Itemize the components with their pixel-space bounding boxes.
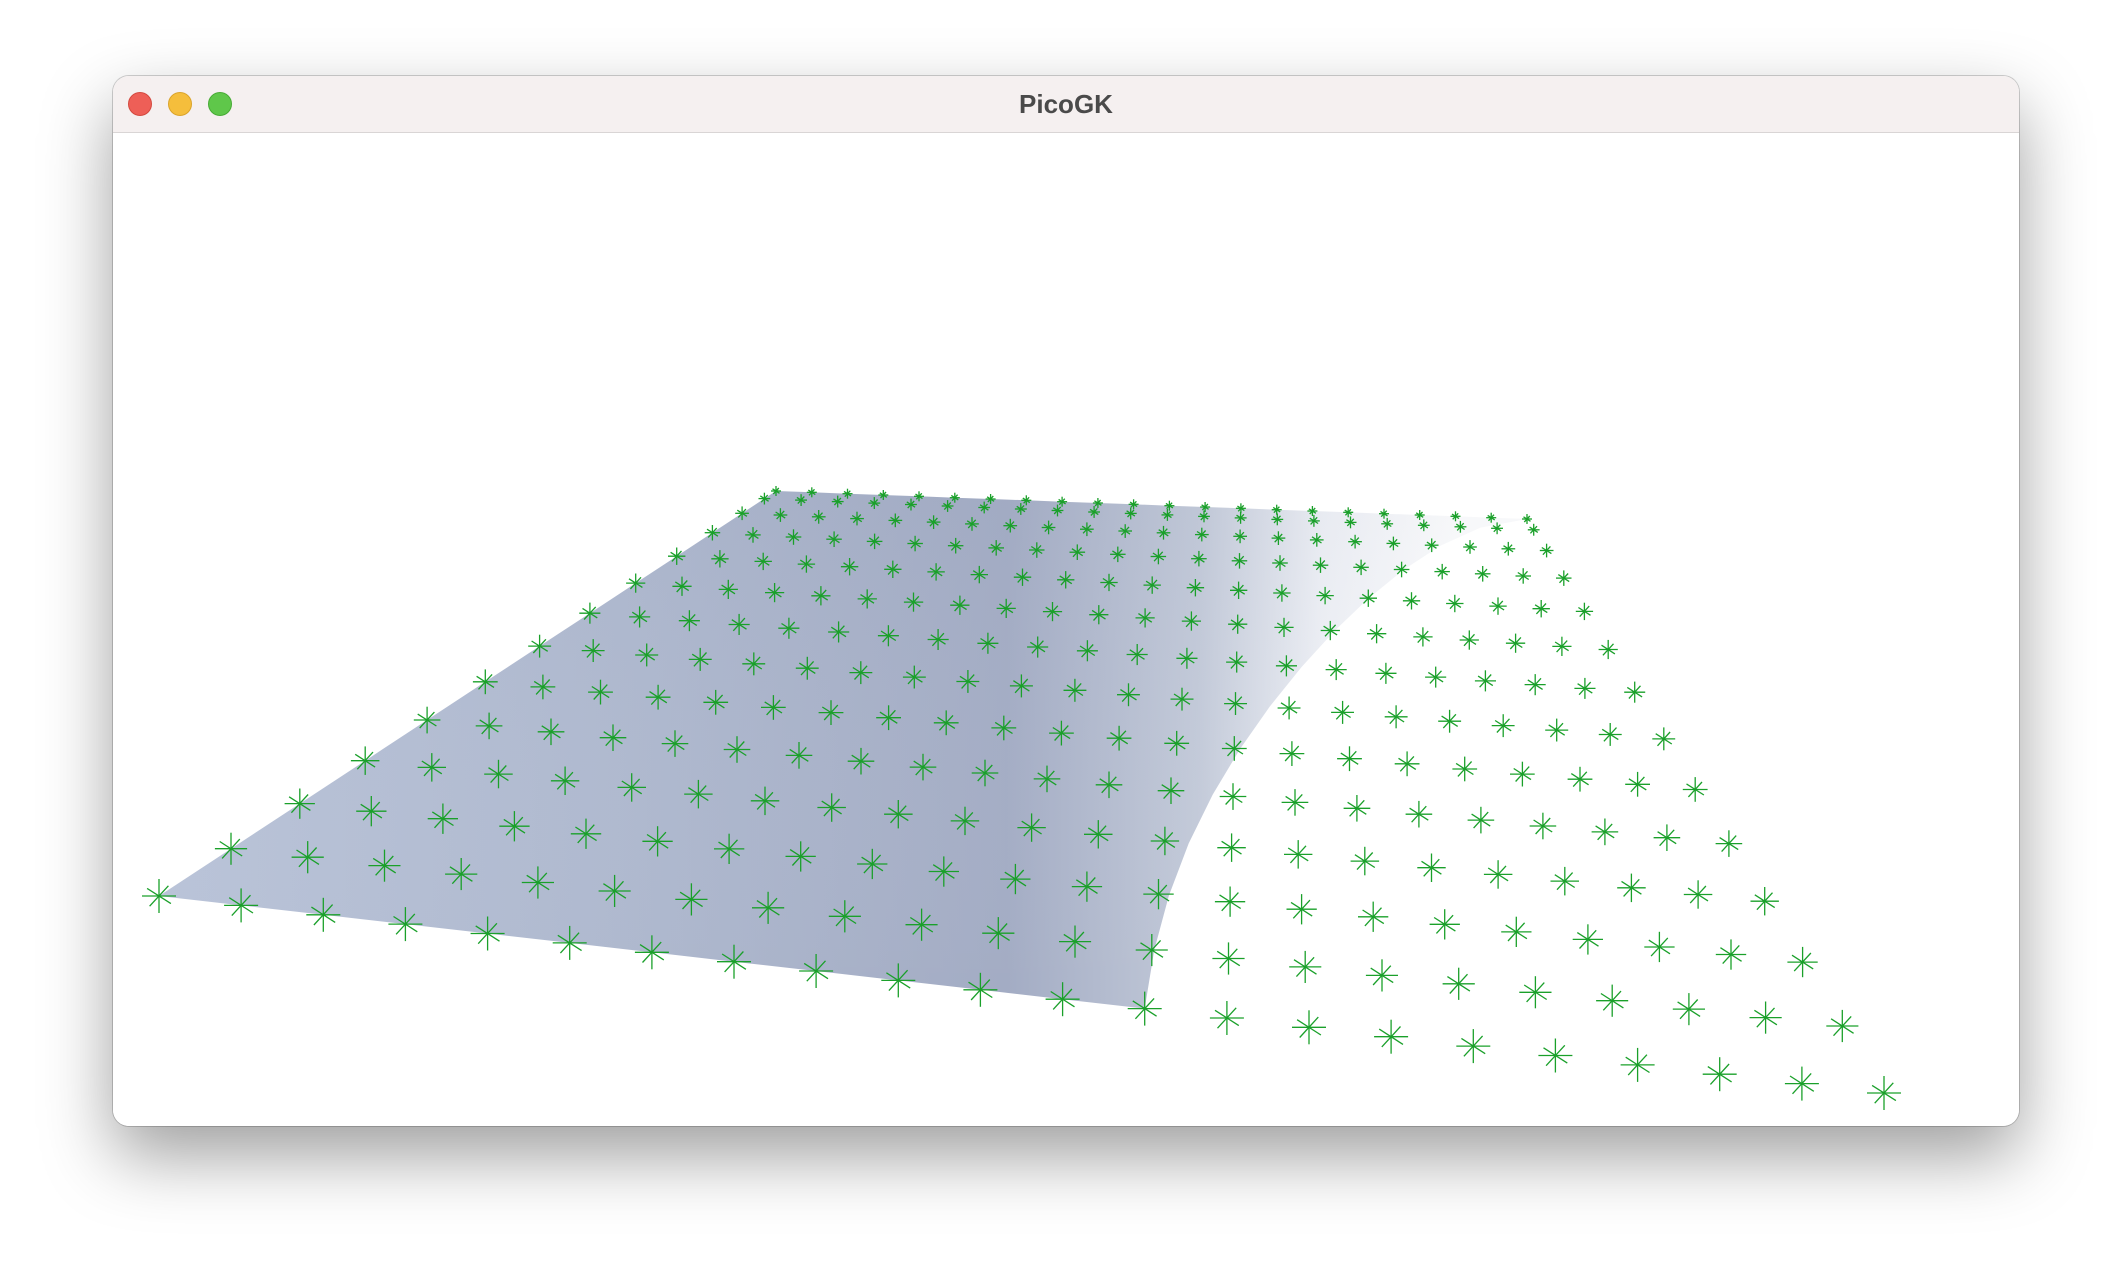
asterisk-marker <box>1277 696 1301 720</box>
asterisk-marker <box>1413 627 1433 647</box>
asterisk-marker <box>1539 543 1554 558</box>
asterisk-marker <box>1337 746 1362 772</box>
asterisk-marker <box>1598 723 1622 746</box>
asterisk-marker <box>1575 602 1594 621</box>
asterisk-marker <box>1787 946 1818 978</box>
app-window: PicoGK <box>113 76 2019 1126</box>
asterisk-marker <box>1325 659 1347 681</box>
asterisk-marker <box>1624 681 1646 703</box>
asterisk-marker <box>1750 887 1779 916</box>
3d-viewport[interactable] <box>113 133 2019 1126</box>
asterisk-marker <box>1343 795 1371 822</box>
asterisk-marker <box>1434 563 1450 580</box>
asterisk-marker <box>1617 873 1646 903</box>
asterisk-marker <box>1456 1029 1491 1064</box>
asterisk-marker <box>1784 1066 1819 1101</box>
asterisk-marker <box>1501 541 1516 556</box>
asterisk-marker <box>1358 901 1389 932</box>
surface-shading <box>159 491 1527 1009</box>
asterisk-marker <box>1425 666 1447 688</box>
asterisk-marker <box>1596 984 1629 1017</box>
asterisk-marker <box>1550 866 1579 896</box>
asterisk-marker <box>1394 751 1420 777</box>
asterisk-marker <box>1279 741 1305 766</box>
title-bar[interactable]: PicoGK <box>113 76 2019 133</box>
asterisk-marker <box>1489 597 1507 615</box>
asterisk-marker <box>1219 783 1247 810</box>
asterisk-marker <box>1284 840 1313 869</box>
asterisk-marker <box>1522 514 1532 524</box>
asterisk-marker <box>1653 824 1681 851</box>
asterisk-marker <box>1552 636 1572 656</box>
asterisk-marker <box>1532 600 1550 618</box>
asterisk-marker <box>1365 959 1398 992</box>
asterisk-marker <box>1702 1057 1737 1092</box>
asterisk-marker <box>1591 818 1619 846</box>
asterisk-marker <box>1474 670 1496 692</box>
asterisk-marker <box>1527 523 1540 536</box>
asterisk-marker <box>1375 662 1397 684</box>
asterisk-marker <box>1384 705 1408 729</box>
asterisk-marker <box>1331 700 1354 724</box>
asterisk-marker <box>1367 624 1387 644</box>
asterisk-marker <box>1417 853 1446 882</box>
window-title: PicoGK <box>1019 89 1113 119</box>
asterisk-marker <box>1281 789 1309 816</box>
surface-mesh <box>159 491 1527 1009</box>
asterisk-marker <box>1625 771 1650 797</box>
asterisk-marker <box>1446 594 1464 613</box>
asterisk-marker <box>1538 1038 1573 1073</box>
asterisk-marker <box>1350 846 1380 876</box>
asterisk-marker <box>1212 942 1245 975</box>
asterisk-marker <box>1510 761 1535 787</box>
asterisk-marker <box>1286 894 1317 925</box>
asterisk-marker <box>1474 566 1491 582</box>
asterisk-marker <box>1209 1001 1244 1035</box>
asterisk-marker <box>1402 592 1421 610</box>
asterisk-marker <box>142 879 176 913</box>
asterisk-marker <box>1491 714 1515 738</box>
asterisk-marker <box>1505 633 1526 653</box>
asterisk-marker <box>1519 976 1552 1009</box>
asterisk-marker <box>1715 830 1743 857</box>
asterisk-marker <box>1598 639 1618 660</box>
asterisk-marker <box>1524 674 1546 696</box>
asterisk-marker <box>1429 909 1460 940</box>
asterisk-marker <box>1620 1047 1655 1082</box>
asterisk-marker <box>1672 993 1705 1026</box>
asterisk-marker <box>1682 777 1708 802</box>
asterisk-marker <box>1501 916 1532 947</box>
asterisk-marker <box>1749 1001 1782 1034</box>
asterisk-marker <box>1292 1010 1326 1045</box>
asterisk-marker <box>1556 570 1572 586</box>
asterisk-marker <box>1652 727 1676 751</box>
asterisk-marker <box>1405 800 1433 828</box>
asterisk-marker <box>1214 886 1246 917</box>
asterisk-marker <box>1545 718 1569 742</box>
asterisk-marker <box>1483 860 1513 889</box>
asterisk-marker <box>1438 709 1462 733</box>
asterisk-marker <box>1217 833 1246 862</box>
asterisk-marker <box>1574 677 1596 699</box>
asterisk-marker <box>1572 924 1603 955</box>
asterisk-marker <box>1529 812 1557 840</box>
asterisk-marker <box>1644 931 1675 963</box>
asterisk-marker <box>1467 806 1495 834</box>
asterisk-marker <box>1459 630 1479 650</box>
asterisk-marker <box>1683 880 1713 909</box>
asterisk-marker <box>1463 540 1477 554</box>
asterisk-marker <box>1867 1076 1901 1110</box>
asterisk-marker <box>1515 568 1531 584</box>
asterisk-marker <box>1826 1009 1859 1043</box>
asterisk-marker <box>1442 967 1475 1000</box>
asterisk-marker <box>1289 950 1322 983</box>
asterisk-marker <box>1452 756 1478 782</box>
scene-canvas[interactable] <box>113 133 2019 1126</box>
asterisk-marker <box>1715 939 1747 970</box>
asterisk-marker <box>1374 1019 1409 1054</box>
asterisk-marker <box>1567 766 1593 792</box>
